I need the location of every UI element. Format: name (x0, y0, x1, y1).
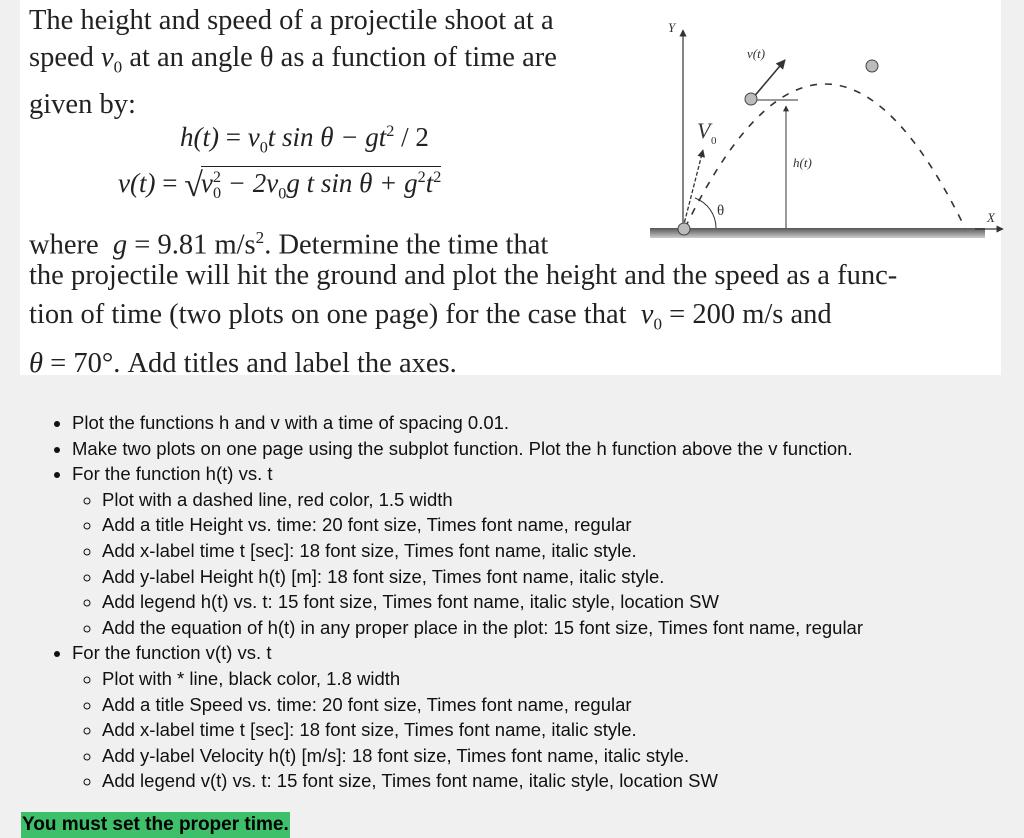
eq-h-v: v (247, 122, 260, 152)
subtask-item: Add y-label Height h(t) [m]: 18 font siz… (102, 564, 863, 590)
eq-v-b: − 2v (221, 168, 279, 198)
task-item: For the function h(t) vs. tPlot with a d… (72, 461, 863, 640)
problem-statement-image: The height and speed of a projectile sho… (20, 0, 1004, 379)
v0-symbol: v (101, 42, 114, 73)
theta-label: θ (717, 203, 724, 219)
para-line-2a: tion of time (two plots on one page) for… (29, 299, 641, 330)
para-v0-sub: 0 (653, 314, 662, 334)
para-theta: θ (29, 347, 43, 379)
subtask-item: Plot with * line, black color, 1.8 width (102, 666, 863, 692)
para-line-3-text: = 70°. Add titles and label the axes. (43, 347, 457, 379)
important-note: You must set the proper time. (21, 812, 290, 838)
ht-label: h(t) (793, 155, 812, 170)
velocity-vector (751, 59, 786, 100)
task-item: Make two plots on one page using the sub… (72, 436, 863, 462)
task-list: Plot the functions h and v with a time o… (52, 410, 863, 794)
v0-subscript: 0 (113, 57, 123, 77)
eq-v-a: v (200, 168, 213, 198)
task-text: Plot the functions h and v with a time o… (72, 412, 510, 433)
eq-v-lhs: v(t) (118, 168, 156, 198)
y-axis-label: Y (668, 20, 677, 35)
ground (650, 228, 985, 238)
eq-v-equals: = (155, 168, 185, 198)
theta-arc (694, 197, 717, 229)
subtask-item: Add a title Height vs. time: 20 font siz… (102, 512, 863, 538)
v0-vector (682, 149, 706, 229)
task-item: Plot the functions h and v with a time o… (72, 410, 863, 436)
eq-v-a-sub: 0 (212, 184, 222, 203)
eq-h-equals: = (218, 122, 248, 152)
speed-equation: v(t) = √v20 − 2v0g t sin θ + g2t2 (118, 166, 442, 205)
trajectory-path (684, 83, 966, 229)
subtask-item: Add x-label time t [sec]: 18 font size, … (102, 717, 863, 743)
para-line-1: the projectile will hit the ground and p… (29, 260, 898, 291)
subtask-list: Plot with * line, black color, 1.8 width… (72, 666, 863, 794)
para-line-3: θ = 70°. Add titles and label the axes. (29, 344, 991, 383)
eq-h-rest: t sin θ − gt (267, 122, 387, 152)
projectile-ball-descent (865, 59, 879, 73)
subtask-list: Plot with a dashed line, red color, 1.5 … (72, 487, 863, 641)
vt-label: v(t) (747, 46, 765, 61)
x-axis-label: X (986, 210, 996, 225)
para-line-2: tion of time (two plots on one page) for… (29, 295, 991, 344)
eq-h-tail: / 2 (394, 122, 429, 152)
height-equation: h(t) = v0t sin θ − gt2 / 2 (180, 122, 429, 157)
subtask-item: Add x-label time t [sec]: 18 font size, … (102, 538, 863, 564)
subtask-item: Add legend h(t) vs. t: 15 font size, Tim… (102, 589, 863, 615)
projectile-ball-mid (744, 92, 758, 106)
task-text: For the function v(t) vs. t (72, 642, 272, 664)
projectile-diagram: Y X V 0 θ v(t) h(t) (650, 20, 1004, 238)
v0-label-sub: 0 (711, 135, 717, 147)
subtask-item: Add a title Speed vs. time: 20 font size… (102, 692, 863, 718)
subtask-item: Add y-label Velocity h(t) [m/s]: 18 font… (102, 743, 863, 769)
eq-h-v-sub: 0 (259, 138, 268, 157)
sqrt-body: v20 − 2v0g t sin θ + g2t2 (200, 166, 442, 203)
subtask-item: Plot with a dashed line, red color, 1.5 … (102, 487, 863, 513)
g-sup: 2 (255, 228, 265, 247)
para-line-2b: = 200 m/s and (662, 299, 832, 330)
eq-h-lhs: h(t) (180, 122, 219, 152)
para-v0: v (640, 299, 654, 330)
task-text: Make two plots on one page using the sub… (72, 437, 853, 459)
subtask-item: Add the equation of h(t) in any proper p… (102, 615, 863, 641)
problem-paragraph: the projectile will hit the ground and p… (29, 256, 991, 383)
eq-v-c-sup: 2 (417, 168, 426, 186)
task-item: For the function v(t) vs. tPlot with * l… (72, 640, 863, 794)
projectile-ball-launch (677, 222, 691, 236)
subtask-item: Add legend v(t) vs. t: 15 font size, Tim… (102, 768, 863, 794)
eq-v-d-sup: 2 (433, 168, 442, 186)
task-text: For the function h(t) vs. t (72, 463, 273, 485)
problem-intro: The height and speed of a projectile sho… (29, 2, 619, 123)
eq-v-c: g t sin θ + g (286, 168, 418, 198)
